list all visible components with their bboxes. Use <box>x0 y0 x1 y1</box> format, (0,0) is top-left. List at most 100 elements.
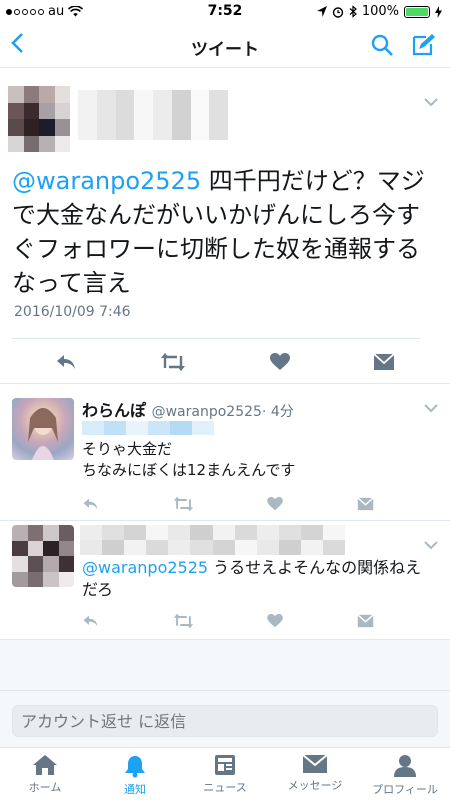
tab-home[interactable]: ホーム <box>0 748 90 800</box>
mosaic-cell <box>300 540 323 555</box>
alarm-icon <box>332 6 344 18</box>
dm-icon[interactable] <box>357 497 374 511</box>
retweet-icon[interactable] <box>173 613 194 629</box>
tweet-actions <box>82 494 374 514</box>
mosaic-cell <box>134 106 153 124</box>
mosaic-cell <box>12 571 28 587</box>
mosaic-cell <box>27 571 43 587</box>
mosaic-cell <box>58 571 74 587</box>
mosaic-cell <box>256 525 279 540</box>
tweet-text: @waranpo2525 うるせえよそんなの関係ねえだろ <box>82 557 422 601</box>
chevron-down-icon <box>424 404 438 413</box>
mosaic-cell <box>102 525 125 540</box>
author-name-pixelated[interactable] <box>78 90 228 140</box>
mention-link[interactable]: @waranpo2525 <box>12 167 201 195</box>
mosaic-cell <box>8 86 24 103</box>
compose-button[interactable] <box>410 33 436 61</box>
search-button[interactable] <box>370 33 394 61</box>
mosaic-cell <box>82 421 104 435</box>
chevron-down-icon <box>424 541 438 550</box>
avatar-pixelated[interactable] <box>8 86 70 152</box>
tweet-menu-button[interactable] <box>424 402 438 417</box>
mosaic-cell <box>192 421 214 435</box>
avatar-pixelated[interactable] <box>12 525 74 587</box>
location-icon <box>316 6 327 17</box>
tab-notifications[interactable]: 通知 <box>90 748 180 800</box>
empty-area <box>0 640 450 690</box>
mosaic-cell <box>102 540 125 555</box>
mosaic-cell <box>54 86 70 103</box>
like-icon[interactable] <box>267 497 284 511</box>
reply-icon[interactable] <box>55 353 77 371</box>
mosaic-cell <box>115 123 135 140</box>
avatar[interactable] <box>12 398 74 460</box>
mosaic-cell <box>43 571 59 587</box>
dm-icon[interactable] <box>357 614 374 628</box>
battery-percent: 100% <box>361 4 399 19</box>
tab-news[interactable]: ニュース <box>180 748 270 800</box>
reply-icon[interactable] <box>82 497 99 511</box>
retweet-icon[interactable] <box>160 352 186 372</box>
mosaic-cell <box>278 540 301 555</box>
retweet-icon[interactable] <box>173 496 194 512</box>
mosaic-cell <box>78 123 97 140</box>
author-name-pixelated[interactable] <box>80 525 345 555</box>
mosaic-cell <box>39 86 55 103</box>
mention-pixelated <box>82 421 214 435</box>
mosaic-cell <box>54 102 70 119</box>
avatar-art <box>28 408 58 460</box>
mosaic-cell <box>134 123 153 140</box>
mosaic-cell <box>190 90 210 107</box>
mosaic-cell <box>96 106 116 124</box>
mosaic-cell <box>146 540 169 555</box>
mosaic-cell <box>80 525 103 540</box>
tab-profile[interactable]: プロフィール <box>360 748 450 800</box>
mosaic-cell <box>190 525 213 540</box>
tweet-menu-button[interactable] <box>424 96 438 111</box>
home-icon <box>33 755 57 775</box>
like-icon[interactable] <box>269 353 290 371</box>
mosaic-cell <box>190 123 210 140</box>
mosaic-cell <box>134 90 153 107</box>
tab-label: ホーム <box>28 781 62 794</box>
mosaic-cell <box>96 90 116 107</box>
mosaic-cell <box>212 525 235 540</box>
envelope-icon <box>302 754 328 773</box>
tab-label: メッセージ <box>287 779 343 792</box>
mosaic-cell <box>234 525 257 540</box>
reply-tweet[interactable]: @waranpo2525 うるせえよそんなの関係ねえだろ <box>0 521 450 639</box>
reply-input[interactable] <box>12 705 438 737</box>
tweet-text: そりゃ大金だ ちなみにぼくは12まんえんです <box>82 439 422 481</box>
tab-messages[interactable]: メッセージ <box>270 748 360 800</box>
reply-icon[interactable] <box>82 614 99 628</box>
tab-bar: ホーム 通知 ニュース メッセージ プロフィール <box>0 747 450 800</box>
display-name: わらんぽ <box>82 401 147 420</box>
mosaic-cell <box>322 525 345 540</box>
tweet-menu-button[interactable] <box>424 539 438 554</box>
reply-tweet[interactable]: わらんぽ @waranpo2525· 4分 そりゃ大金だ ちなみにぼくは12まん… <box>0 384 450 520</box>
mosaic-cell <box>146 525 169 540</box>
mosaic-cell <box>115 90 135 107</box>
mosaic-cell <box>170 421 192 435</box>
mention-link[interactable]: @waranpo2525 <box>82 558 208 577</box>
text-line: そりゃ大金だ <box>82 440 173 458</box>
mosaic-cell <box>212 540 235 555</box>
mosaic-cell <box>12 556 28 572</box>
tweet-actions <box>82 611 374 631</box>
navigation-bar: ツイート <box>0 24 450 68</box>
mosaic-cell <box>23 86 39 103</box>
mosaic-cell <box>54 135 70 152</box>
mosaic-cell <box>168 525 191 540</box>
mosaic-cell <box>78 106 97 124</box>
mosaic-cell <box>124 525 147 540</box>
dm-icon[interactable] <box>373 353 395 371</box>
like-icon[interactable] <box>267 614 284 628</box>
mosaic-cell <box>171 106 191 124</box>
mosaic-cell <box>39 102 55 119</box>
author-name[interactable]: わらんぽ @waranpo2525· 4分 <box>82 397 294 421</box>
mosaic-cell <box>43 525 59 541</box>
mosaic-cell <box>168 540 191 555</box>
mosaic-cell <box>171 90 191 107</box>
mosaic-cell <box>148 421 170 435</box>
mosaic-cell <box>23 135 39 152</box>
